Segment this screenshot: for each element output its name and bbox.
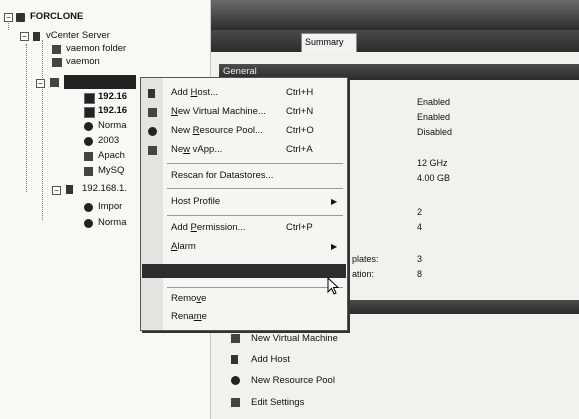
- cluster-icon: [50, 78, 59, 87]
- collapse-toggle-icon[interactable]: −: [52, 186, 61, 195]
- shortcut-new-resource-pool: Ctrl+O: [286, 125, 314, 136]
- tree-node-selected[interactable]: [64, 75, 136, 89]
- vapp-icon: [84, 152, 93, 161]
- tree-node-vcenter[interactable]: vCenter Server: [46, 30, 110, 42]
- value-hosts: 2: [417, 207, 423, 217]
- menu-item-alarm[interactable]: Alarm: [171, 240, 196, 254]
- vm-icon: [84, 137, 93, 146]
- submenu-arrow-icon: ▶: [331, 197, 338, 206]
- submenu-arrow-icon: ▶: [331, 242, 338, 251]
- tree-node-2003[interactable]: 2003: [98, 135, 119, 147]
- new-vm-icon: [231, 334, 240, 343]
- collapse-toggle-icon[interactable]: −: [4, 13, 13, 22]
- datacenter-icon: [16, 13, 25, 22]
- tab-drs[interactable]: [461, 34, 487, 50]
- menu-separator: [167, 215, 343, 216]
- settings-icon: [231, 398, 240, 407]
- shortcut-add-host: Ctrl+H: [286, 87, 314, 98]
- vapp-icon: [148, 146, 157, 155]
- vm-icon: [84, 203, 93, 212]
- add-host-icon: [148, 89, 155, 98]
- value-drs: Enabled: [417, 112, 451, 122]
- command-label: Add Host: [251, 354, 291, 365]
- tree-node-vaemon[interactable]: vaemon: [66, 56, 100, 68]
- resource-pool-icon: [231, 376, 240, 385]
- value-evc: Disabled: [417, 127, 453, 137]
- tree-node-normal-2[interactable]: Norma: [98, 217, 127, 229]
- tree-node-apache[interactable]: Apach: [98, 150, 125, 162]
- command-label: Edit Settings: [251, 397, 305, 408]
- menu-separator: [167, 287, 343, 288]
- menu-item-rename[interactable]: Rename: [171, 310, 207, 324]
- host-icon: [84, 107, 95, 118]
- shortcut-new-vm: Ctrl+N: [286, 106, 314, 117]
- menu-separator: [167, 188, 343, 189]
- value-ha: Enabled: [417, 97, 451, 107]
- vm-icon: [84, 122, 93, 131]
- vcenter-icon: [33, 32, 40, 41]
- label-templates: plates:: [352, 254, 379, 264]
- host-icon: [66, 185, 73, 194]
- command-label: New Resource Pool: [251, 375, 335, 386]
- tab-hosts[interactable]: [425, 34, 461, 50]
- tree-node-host-2[interactable]: 192.16: [98, 105, 127, 117]
- add-host-icon: [231, 355, 238, 364]
- tree-node-mysql[interactable]: MySQ: [98, 165, 124, 177]
- tab-summary[interactable]: Summary: [301, 33, 357, 52]
- host-icon: [84, 93, 95, 104]
- tree-node-normal[interactable]: Norma: [98, 120, 127, 132]
- menu-item-remove[interactable]: Remove: [171, 292, 206, 306]
- tree-node-host-3[interactable]: 192.168.1.: [82, 183, 127, 195]
- menu-item-new-vapp[interactable]: New vApp...: [171, 143, 222, 157]
- tab-strip: Summary: [211, 30, 579, 52]
- menu-item-highlighted[interactable]: [142, 264, 346, 278]
- mouse-cursor-icon: [327, 277, 340, 295]
- value-templates: 3: [417, 254, 423, 264]
- resource-pool-icon: [52, 58, 62, 67]
- folder-icon: [52, 45, 61, 54]
- context-menu: Add Host... Ctrl+H New Virtual Machine..…: [140, 77, 348, 331]
- value-processors: 4: [417, 222, 423, 232]
- collapse-toggle-icon[interactable]: −: [36, 79, 45, 88]
- value-migration: 8: [417, 269, 423, 279]
- menu-item-add-permission[interactable]: Add Permission...: [171, 221, 245, 235]
- tab-virtual-machines[interactable]: [359, 34, 425, 50]
- menu-separator: [167, 163, 343, 164]
- menu-item-rescan-datastores[interactable]: Rescan for Datastores...: [171, 169, 273, 183]
- value-cpu: 12 GHz: [417, 158, 448, 168]
- label-migration: ation:: [352, 269, 375, 279]
- tab-resource[interactable]: [489, 34, 535, 50]
- value-memory: 4.00 GB: [417, 173, 451, 183]
- vm-icon: [84, 219, 93, 228]
- tab-getting-started[interactable]: [217, 34, 301, 50]
- shortcut-new-vapp: Ctrl+A: [286, 144, 313, 155]
- tree-node-folder[interactable]: vaemon folder: [66, 43, 126, 55]
- tree-node-import[interactable]: Impor: [98, 201, 122, 213]
- new-vm-icon: [148, 108, 157, 117]
- resource-pool-icon: [148, 127, 157, 136]
- menu-item-new-vm[interactable]: New Virtual Machine...: [171, 105, 266, 119]
- shortcut-add-permission: Ctrl+P: [286, 222, 313, 233]
- collapse-toggle-icon[interactable]: −: [20, 32, 29, 41]
- command-label: New Virtual Machine: [251, 333, 338, 344]
- menu-item-add-host[interactable]: Add Host...: [171, 86, 218, 100]
- tree-node-forclone[interactable]: FORCLONE: [30, 11, 83, 23]
- title-bar: [211, 0, 579, 30]
- menu-item-new-resource-pool[interactable]: New Resource Pool...: [171, 124, 263, 138]
- tree-node-host-1[interactable]: 192.16: [98, 91, 127, 103]
- menu-item-host-profile[interactable]: Host Profile: [171, 195, 220, 209]
- vapp-icon: [84, 167, 93, 176]
